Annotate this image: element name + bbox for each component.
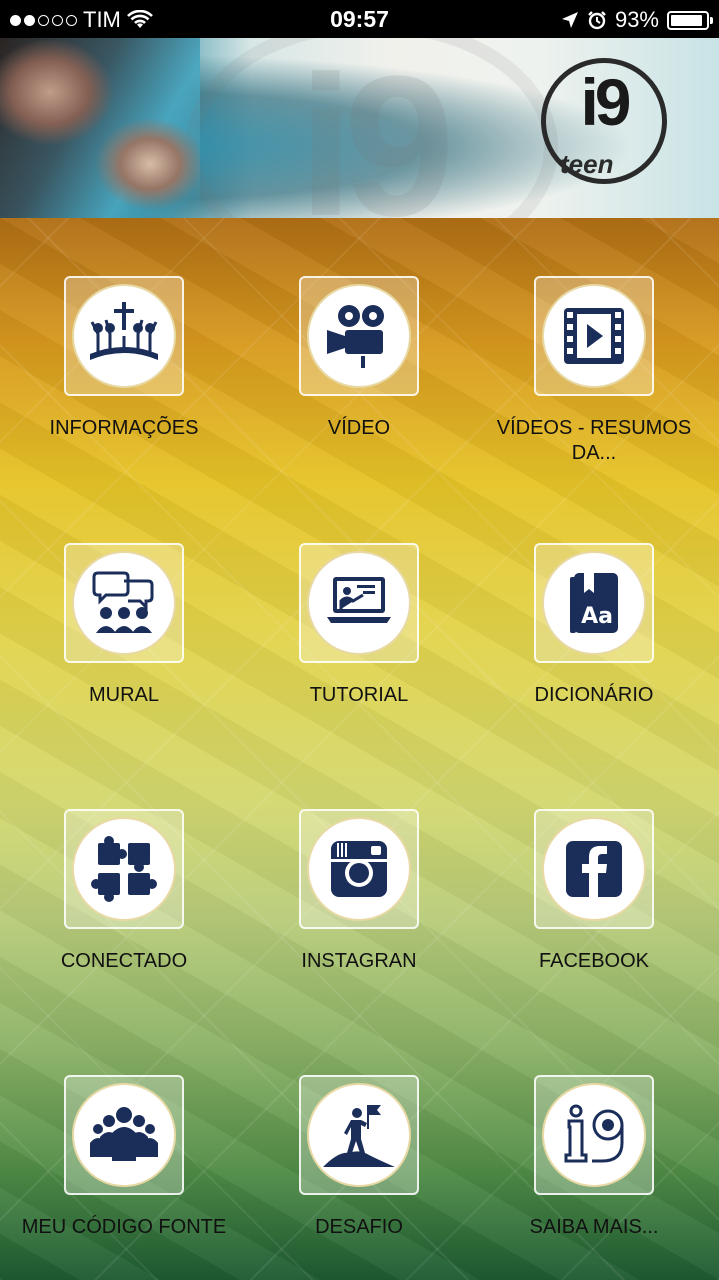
dictionary-book-icon: Aa	[570, 573, 618, 633]
status-right: 93%	[561, 7, 713, 33]
menu-item-label: INFORMAÇÕES	[49, 417, 199, 439]
status-bar: TIM 09:57 93%	[0, 0, 719, 38]
battery-icon	[667, 10, 713, 30]
people-chat-icon	[92, 571, 154, 633]
menu-item-tile[interactable]	[299, 543, 419, 663]
laptop-teacher-icon	[327, 577, 391, 623]
status-left: TIM	[10, 7, 153, 33]
climber-flag-icon	[323, 1105, 395, 1167]
header-banner: i9 i9 teen	[0, 38, 719, 218]
i9-teen-logo: i9 teen	[541, 58, 667, 184]
menu-item-label: CONECTADO	[60, 950, 188, 972]
alarm-clock-icon	[588, 11, 606, 30]
film-strip-play-icon	[564, 308, 624, 364]
menu-item-label: TUTORIAL	[309, 684, 409, 706]
worship-people-icon	[90, 302, 158, 360]
menu-item-tile[interactable]: Aa	[534, 543, 654, 663]
menu-item-label: MURAL	[88, 684, 159, 706]
menu-item-tile[interactable]	[64, 543, 184, 663]
location-arrow-icon	[561, 12, 578, 28]
menu-item-label: MEU CÓDIGO FONTE	[21, 1216, 227, 1238]
menu-item-tile[interactable]	[64, 809, 184, 929]
banner-photo	[0, 38, 200, 218]
battery-percentage: 93%	[614, 7, 659, 32]
menu-item-tile[interactable]	[299, 276, 419, 396]
menu-item-label: FACEBOOK	[538, 950, 650, 972]
menu-item-tile[interactable]	[64, 1075, 184, 1195]
group-people-icon	[90, 1107, 158, 1161]
signal-strength-icon	[10, 14, 77, 26]
facebook-icon	[566, 841, 622, 897]
menu-item-tile[interactable]	[299, 809, 419, 929]
menu-item-tile[interactable]	[534, 276, 654, 396]
i9-logo-icon	[564, 1104, 624, 1163]
menu-grid: INFORMAÇÕES VÍDEO VÍDEOS - RESUMOS DA...…	[0, 218, 719, 1280]
menu-item-label: VÍDEO	[327, 417, 391, 439]
instagram-icon	[331, 841, 387, 897]
menu-item-tile[interactable]	[64, 276, 184, 396]
menu-item-label: DESAFIO	[315, 1216, 403, 1238]
menu-item-tile[interactable]	[299, 1075, 419, 1195]
banner-watermark-logo: i9	[185, 38, 558, 218]
menu-item-label: DICIONÁRIO	[534, 684, 654, 706]
menu-item-tile[interactable]	[534, 809, 654, 929]
menu-item-label: SAIBA MAIS...	[529, 1216, 659, 1238]
puzzle-pieces-icon	[91, 836, 157, 902]
menu-item-tile[interactable]	[534, 1075, 654, 1195]
svg-text:Aa: Aa	[581, 604, 613, 629]
menu-item-label: VÍDEOS - RESUMOS DA...	[496, 417, 692, 464]
menu-item-label: INSTAGRAN	[301, 950, 417, 972]
wifi-icon	[126, 10, 153, 28]
carrier-name: TIM	[83, 7, 121, 32]
film-camera-icon	[327, 305, 384, 368]
